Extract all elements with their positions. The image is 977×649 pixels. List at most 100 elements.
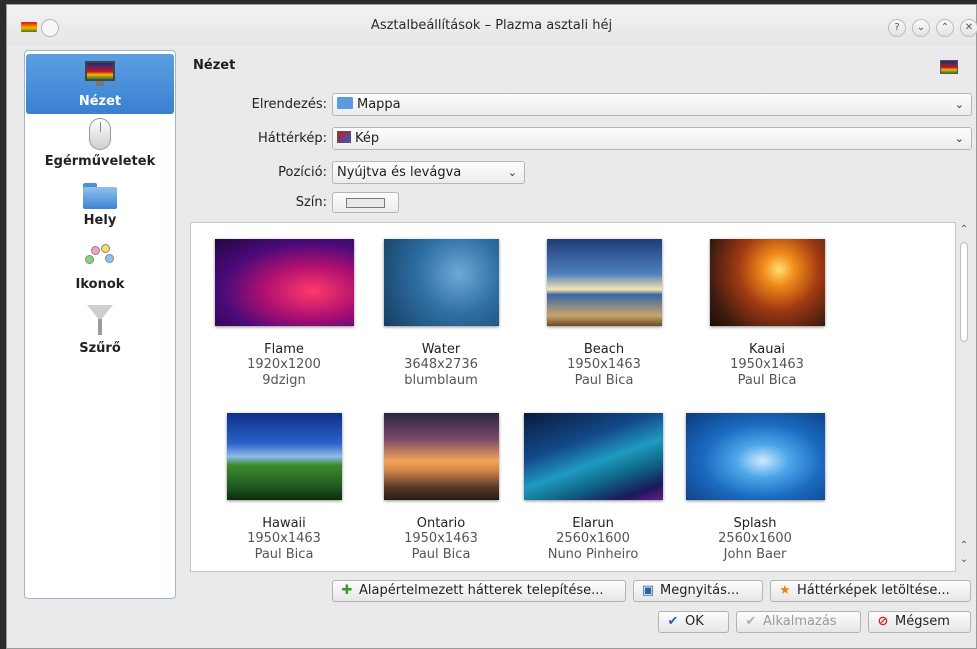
wallpaper-author: Paul Bica: [411, 547, 471, 562]
wallpaper-thumbnail: [226, 413, 342, 500]
wallpaper-scrollbar[interactable]: ⌃ ⌃ ⌄: [957, 222, 971, 572]
wallpaper-author: 9dzign: [262, 373, 306, 388]
folder-icon: [83, 183, 117, 209]
wallpaper-name: Splash: [733, 516, 777, 531]
desktop-icon: [940, 60, 958, 74]
button-label: Alapértelmezett hátterek telepítése...: [359, 583, 604, 598]
sidebar-item-view[interactable]: Nézet: [26, 54, 174, 114]
sidebar-item-label: Hely: [83, 213, 117, 228]
wallpaper-dimensions: 1920x1200: [247, 357, 321, 372]
wallpaper-thumbnail: [709, 239, 825, 326]
chevron-down-icon: ⌄: [954, 132, 964, 145]
wallpaper-tile-elarun[interactable]: Elarun 2560x1600 Nuno Pinheiro: [511, 413, 675, 563]
layout-label: Elrendezés:: [251, 97, 327, 112]
title-bar: Asztalbeállítások – Plazma asztali héj ?…: [7, 5, 977, 45]
layout-select[interactable]: Mappa ⌄: [332, 93, 972, 116]
scroll-up-icon[interactable]: ⌃: [957, 540, 971, 551]
wallpaper-thumbnail: [214, 239, 354, 326]
wallpaper-tile-water[interactable]: Water 3648x2736 blumblaum: [359, 239, 523, 389]
position-label: Pozíció:: [278, 165, 327, 180]
wallpaper-dimensions: 1950x1463: [730, 357, 804, 372]
wallpaper-tile-hawaii[interactable]: Hawaii 1950x1463 Paul Bica: [202, 413, 366, 563]
sidebar-item-label: Nézet: [78, 94, 122, 109]
button-label: Megnyitás...: [660, 583, 740, 598]
download-wallpapers-button[interactable]: ★ Háttérképek letöltése...: [770, 580, 971, 602]
maximize-button[interactable]: ⌃: [936, 19, 954, 37]
wallpaper-select[interactable]: Kép ⌄: [332, 127, 972, 150]
scroll-down-icon[interactable]: ⌄: [957, 554, 971, 565]
wallpaper-grid: Flame 1920x1200 9dzign Water 3648x2736 b…: [190, 222, 956, 572]
sidebar-item-mouse-actions[interactable]: Egérműveletek: [26, 116, 174, 176]
wallpaper-label: Háttérkép:: [258, 131, 327, 146]
wallpaper-dimensions: 3648x2736: [404, 357, 478, 372]
wallpaper-dimensions: 1950x1463: [567, 357, 641, 372]
folder-icon: [337, 97, 353, 109]
position-select[interactable]: Nyújtva és levágva ⌄: [332, 161, 525, 184]
wallpaper-thumbnail: [523, 413, 663, 500]
button-label: Mégsem: [895, 614, 950, 629]
wallpaper-name: Kauai: [748, 342, 786, 357]
wallpaper-tile-splash[interactable]: Splash 2560x1600 John Baer: [673, 413, 837, 563]
wallpaper-thumbnail: [383, 239, 499, 326]
sidebar-item-label: Egérműveletek: [44, 154, 156, 169]
settings-sidebar: Nézet Egérműveletek Hely Ikonok Szűrő: [24, 50, 176, 599]
desktop-icon: [85, 61, 115, 87]
apply-button[interactable]: ✔ Alkalmazás: [736, 611, 861, 633]
wallpaper-name: Elarun: [572, 516, 614, 531]
color-label: Szín:: [295, 195, 327, 210]
wallpaper-dimensions: 1950x1463: [247, 531, 321, 546]
wallpaper-dimensions: 2560x1600: [556, 531, 630, 546]
cancel-icon: ⊘: [877, 614, 889, 629]
open-button[interactable]: ▣ Megnyitás...: [633, 580, 763, 602]
checkmark-icon: ✔: [667, 614, 679, 629]
minimize-button[interactable]: ⌄: [912, 19, 930, 37]
wallpaper-dimensions: 2560x1600: [718, 531, 792, 546]
color-swatch: [346, 198, 385, 208]
cancel-button[interactable]: ⊘ Mégsem: [868, 611, 971, 633]
help-button[interactable]: ?: [888, 19, 906, 37]
position-value: Nyújtva és levágva: [337, 165, 462, 180]
button-label: OK: [685, 614, 704, 629]
star-icon: ★: [779, 583, 791, 598]
wallpaper-thumbnail: [383, 413, 499, 500]
wallpaper-author: Paul Bica: [737, 373, 797, 388]
sidebar-item-label: Szűrő: [79, 341, 121, 356]
image-icon: [337, 131, 351, 143]
sidebar-item-filter[interactable]: Szűrő: [26, 303, 174, 363]
wallpaper-tile-kauai[interactable]: Kauai 1950x1463 Paul Bica: [685, 239, 849, 389]
ok-button[interactable]: ✔ OK: [658, 611, 729, 633]
filter-icon: [87, 305, 113, 337]
wallpaper-author: Paul Bica: [574, 373, 634, 388]
plus-icon: ✚: [341, 583, 353, 598]
wallpaper-name: Flame: [264, 342, 304, 357]
save-disk-icon: ▣: [641, 583, 655, 598]
wallpaper-name: Ontario: [416, 516, 466, 531]
scroll-up-icon[interactable]: ⌃: [957, 224, 971, 235]
mouse-icon: [89, 118, 111, 150]
wallpaper-tile-ontario[interactable]: Ontario 1950x1463 Paul Bica: [359, 413, 523, 563]
wallpaper-tile-beach[interactable]: Beach 1950x1463 Paul Bica: [522, 239, 686, 389]
layout-value: Mappa: [357, 97, 401, 112]
sidebar-item-location[interactable]: Hely: [26, 179, 174, 239]
wallpaper-thumbnail: [685, 413, 825, 500]
button-label: Alkalmazás: [763, 614, 837, 629]
chevron-down-icon: ⌄: [954, 98, 964, 111]
wallpaper-thumbnail: [546, 239, 662, 326]
close-button[interactable]: ✕: [960, 19, 977, 37]
wallpaper-name: Beach: [583, 342, 625, 357]
wallpaper-tile-flame[interactable]: Flame 1920x1200 9dzign: [202, 239, 366, 389]
install-default-wallpapers-button[interactable]: ✚ Alapértelmezett hátterek telepítése...: [332, 580, 626, 602]
sidebar-item-label: Ikonok: [75, 277, 125, 292]
wallpaper-author: blumblaum: [404, 373, 478, 388]
palette-icon: [83, 243, 117, 273]
checkmark-icon: ✔: [745, 614, 757, 629]
section-title: Nézet: [193, 58, 236, 73]
scrollbar-thumb[interactable]: [960, 242, 968, 342]
chevron-down-icon: ⌄: [507, 166, 517, 179]
wallpaper-value: Kép: [355, 131, 380, 146]
sidebar-item-icons[interactable]: Ikonok: [26, 241, 174, 301]
wallpaper-author: John Baer: [723, 547, 787, 562]
wallpaper-name: Hawaii: [262, 516, 306, 531]
color-picker-button[interactable]: [332, 192, 399, 213]
button-label: Háttérképek letöltése...: [797, 583, 950, 598]
